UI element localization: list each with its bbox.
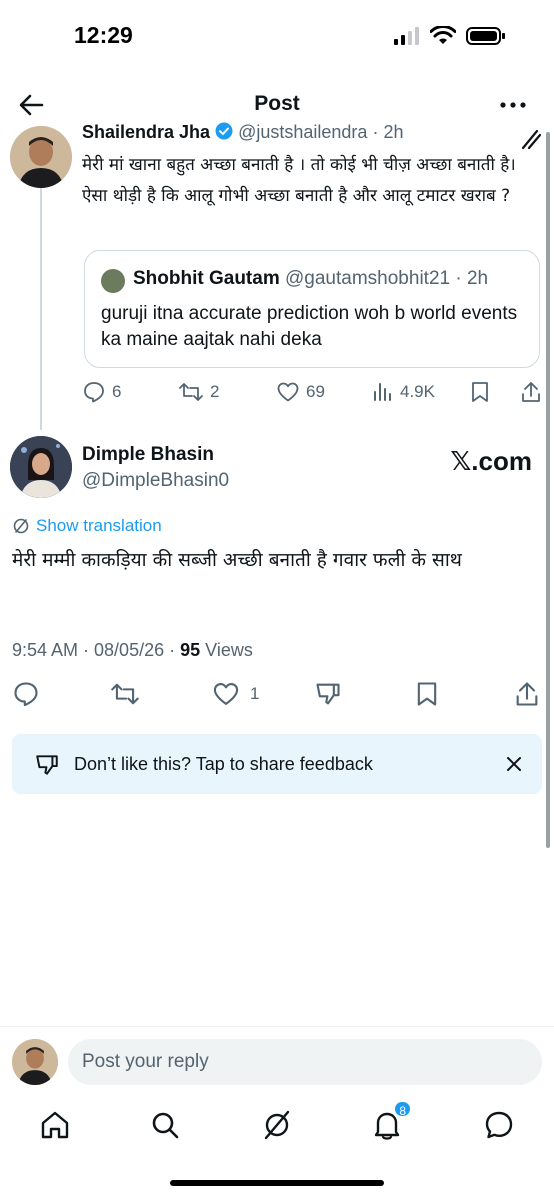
avatar[interactable] xyxy=(12,1039,58,1085)
translate-icon xyxy=(13,518,29,534)
messages-icon[interactable] xyxy=(482,1108,516,1142)
more-icon[interactable] xyxy=(498,92,528,118)
repost-icon xyxy=(111,683,139,705)
reply-input[interactable] xyxy=(68,1039,542,1085)
reply-button[interactable]: 6 xyxy=(82,380,121,404)
share-icon xyxy=(522,382,540,402)
heart-icon xyxy=(213,683,239,705)
home-icon[interactable] xyxy=(38,1108,72,1142)
search-icon[interactable] xyxy=(148,1108,182,1142)
like-count: 1 xyxy=(250,684,260,703)
status-bar: 12:29 xyxy=(0,0,554,74)
signal-icon xyxy=(394,27,419,45)
close-icon[interactable] xyxy=(504,754,524,774)
bookmark-icon xyxy=(472,382,488,402)
reply-icon xyxy=(14,682,38,707)
heart-icon xyxy=(277,382,299,402)
bookmark-button[interactable] xyxy=(414,680,440,708)
thread-connector xyxy=(40,186,42,430)
repost-count: 2 xyxy=(210,382,220,401)
grok-icon[interactable] xyxy=(520,128,542,156)
repost-button[interactable]: 2 xyxy=(178,380,219,404)
views-count: 4.9K xyxy=(400,382,435,401)
feedback-text: Don’t like this? Tap to share feedback xyxy=(74,754,373,774)
avatar[interactable] xyxy=(10,436,72,498)
repost-button[interactable] xyxy=(110,680,140,708)
xcom-watermark: 𝕏.com xyxy=(450,446,532,476)
home-indicator xyxy=(170,1180,384,1186)
author-name[interactable]: Dimple Bhasin xyxy=(82,444,214,466)
quoted-tweet-card[interactable]: Shobhit Gautam @gautamshobhit21 · 2h gur… xyxy=(84,250,540,368)
share-button[interactable] xyxy=(520,380,542,404)
grok-icon[interactable] xyxy=(260,1108,294,1142)
like-count: 69 xyxy=(306,382,325,401)
feedback-banner[interactable]: Don’t like this? Tap to share feedback xyxy=(12,734,542,794)
thumbs-down-icon xyxy=(316,683,340,705)
author-handle: @gautamshobhit21 xyxy=(285,268,451,289)
author-name[interactable]: Shailendra Jha xyxy=(82,122,210,142)
tab-bar: 8 xyxy=(0,1098,554,1154)
reply-bar xyxy=(0,1026,554,1096)
views-icon xyxy=(374,383,391,401)
dislike-button[interactable] xyxy=(314,680,342,708)
author-handle[interactable]: @justshailendra xyxy=(238,122,367,142)
thumbs-down-icon xyxy=(36,755,58,775)
quoted-tweet-header: Shobhit Gautam @gautamshobhit21 · 2h xyxy=(133,268,489,289)
show-translation-link[interactable]: Show translation xyxy=(12,516,162,536)
repost-icon xyxy=(179,383,203,401)
status-icons xyxy=(394,26,506,46)
page-title: Post xyxy=(254,92,300,115)
scrollbar[interactable] xyxy=(546,132,550,848)
status-time: 12:29 xyxy=(74,22,133,48)
show-translation-label: Show translation xyxy=(36,516,162,535)
like-button[interactable]: 69 xyxy=(276,380,325,404)
reply-icon xyxy=(84,382,104,403)
share-button[interactable] xyxy=(514,680,540,708)
views-label: Views xyxy=(200,640,253,660)
like-button[interactable]: 1 xyxy=(212,680,259,708)
verified-badge-icon xyxy=(215,122,233,140)
reply-button[interactable] xyxy=(12,680,40,708)
post-text: मेरी मम्मी काकड़िया की सब्जी अच्छी बनाती… xyxy=(12,549,462,571)
reply-count: 6 xyxy=(112,382,122,401)
author-handle[interactable]: @DimpleBhasin0 xyxy=(82,470,229,492)
avatar xyxy=(101,269,125,293)
bookmark-button[interactable] xyxy=(470,380,490,404)
post-time: 2h xyxy=(383,122,404,142)
parent-post-text: मेरी मां खाना बहुत अच्छा बनाती है । तो क… xyxy=(82,155,516,206)
post-timestamp[interactable]: 9:54 AM · 08/05/26 · xyxy=(12,640,180,660)
post-meta: 9:54 AM · 08/05/26 · 95 Views xyxy=(12,640,253,661)
parent-post-header: Shailendra Jha @justshailendra · 2h xyxy=(82,122,404,142)
share-icon xyxy=(516,682,538,706)
quoted-tweet-text: guruji itna accurate prediction woh b wo… xyxy=(101,303,518,350)
battery-icon xyxy=(466,27,505,45)
post-time: 2h xyxy=(466,268,489,289)
notifications-tab[interactable]: 8 xyxy=(370,1100,412,1142)
bookmark-icon xyxy=(417,682,437,706)
author-name: Shobhit Gautam xyxy=(133,268,280,289)
views-count: 95 xyxy=(180,640,201,660)
notification-badge: 8 xyxy=(393,1100,412,1118)
avatar[interactable] xyxy=(10,126,72,188)
views-button[interactable]: 4.9K xyxy=(372,380,435,404)
wifi-icon xyxy=(430,26,456,44)
